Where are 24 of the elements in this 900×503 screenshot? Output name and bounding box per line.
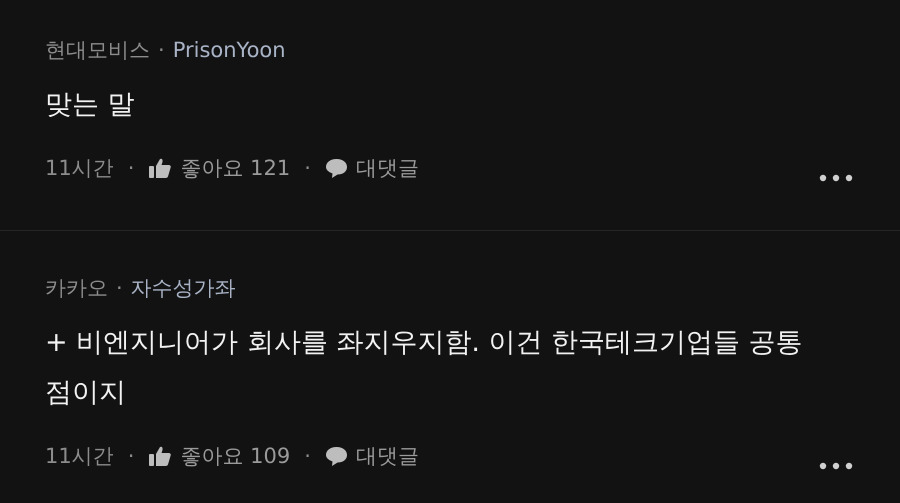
like-button[interactable]: 좋아요 121 — [148, 154, 290, 182]
speech-bubble-icon — [324, 157, 348, 179]
reply-button[interactable]: 대댓글 — [324, 442, 419, 470]
author-name[interactable]: PrisonYoon — [172, 38, 286, 62]
like-button[interactable]: 좋아요 109 — [148, 442, 290, 470]
more-options-icon[interactable] — [819, 462, 853, 470]
thumbs-up-icon — [148, 445, 172, 467]
reply-button[interactable]: 대댓글 — [324, 154, 419, 182]
company-name: 현대모비스 — [45, 37, 150, 64]
separator-dot: · — [158, 38, 165, 62]
more-options-icon[interactable] — [819, 174, 853, 182]
separator-dot: · — [128, 444, 134, 468]
separator-dot: · — [128, 156, 134, 180]
comment-text: 맞는 말 — [45, 88, 136, 122]
comment-time: 11시간 — [45, 155, 114, 182]
comment-time: 11시간 — [45, 443, 114, 470]
separator-dot: · — [304, 156, 311, 180]
author-name[interactable]: 자수성가좌 — [130, 274, 236, 302]
separator-dot: · — [116, 276, 123, 300]
separator-dot: · — [304, 444, 311, 468]
speech-bubble-icon — [324, 445, 348, 467]
company-name: 카카오 — [45, 275, 108, 302]
thumbs-up-icon — [148, 157, 172, 179]
comment-text: + 비엔지니어가 회사를 좌지우지함. 이건 한국테크기업들 공통점이지 — [45, 326, 804, 410]
